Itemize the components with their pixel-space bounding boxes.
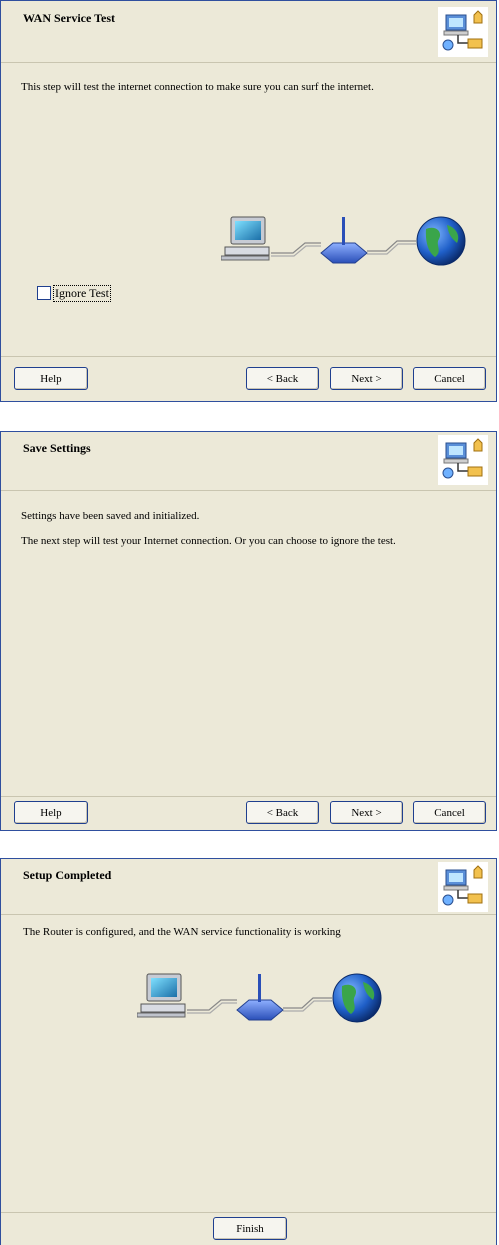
network-setup-icon [438,435,488,485]
dialog-footer: Help < Back Next > Cancel [1,796,496,830]
connection-diagram [137,972,382,1037]
finish-button[interactable]: Finish [213,1217,287,1240]
router-icon [137,974,381,1022]
checkbox-box[interactable] [37,286,51,300]
status-text: Settings have been saved and initialized… [21,510,200,522]
dialog-footer: Finish [1,1212,496,1245]
dialog-header: Setup Completed [1,859,496,915]
page-title: Setup Completed [23,868,112,882]
cancel-button[interactable]: Cancel [413,367,486,390]
dialog-wan-service-test: WAN Service Test This step will test the… [0,0,497,402]
description-text: The Router is configured, and the WAN se… [23,926,341,938]
dialog-save-settings: Save Settings Settings have been saved a… [0,431,497,831]
next-button[interactable]: Next > [330,367,403,390]
description-text: The next step will test your Internet co… [21,535,396,547]
page-title: Save Settings [23,441,91,455]
help-button[interactable]: Help [14,801,88,824]
checkbox-label[interactable]: Ignore Test [53,285,111,302]
back-button[interactable]: < Back [246,801,319,824]
help-button[interactable]: Help [14,367,88,390]
page-title: WAN Service Test [23,11,115,25]
dialog-setup-completed: Setup Completed The Router is configured… [0,858,497,1245]
computer-icon [221,217,465,265]
network-setup-icon [438,862,488,912]
connection-diagram [221,215,466,280]
network-setup-icon [438,7,488,57]
dialog-header: Save Settings [1,432,496,491]
dialog-footer: Help < Back Next > Cancel [1,356,496,401]
next-button[interactable]: Next > [330,801,403,824]
back-button[interactable]: < Back [246,367,319,390]
cancel-button[interactable]: Cancel [413,801,486,824]
description-text: This step will test the internet connect… [21,81,374,93]
dialog-header: WAN Service Test [1,1,496,63]
